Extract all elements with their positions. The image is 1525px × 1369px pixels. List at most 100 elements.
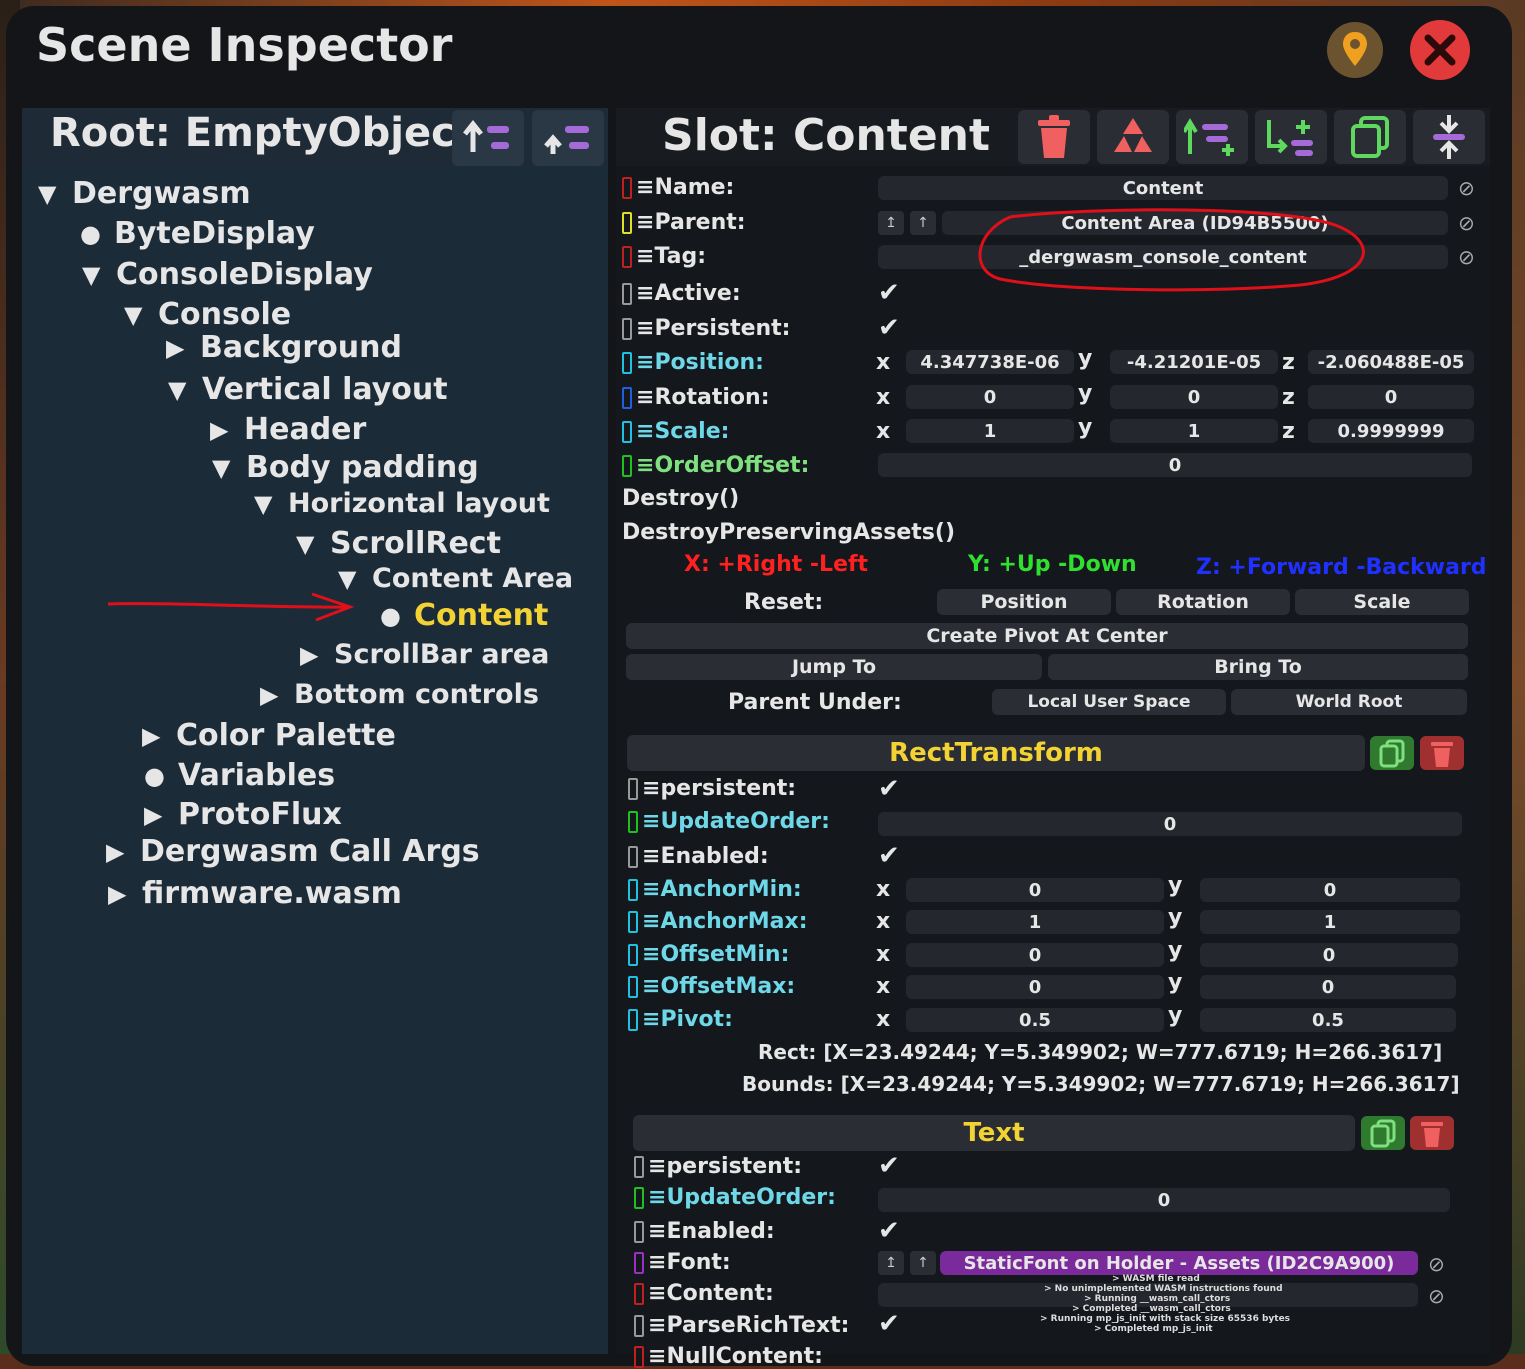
center-slot-button[interactable]	[1413, 110, 1485, 164]
position-y-field[interactable]: -4.21201E-05	[1110, 350, 1278, 374]
move-root-up-button[interactable]	[532, 110, 604, 166]
rt-enabled-checkbox[interactable]: ✔	[878, 841, 900, 871]
text-font-field[interactable]: StaticFont on Holder - Assets (ID2C9A900…	[940, 1251, 1418, 1275]
scale-z-field[interactable]: 0.9999999	[1308, 419, 1474, 443]
position-z-field[interactable]: -2.060488E-05	[1308, 350, 1474, 374]
duplicate-component-button[interactable]	[1370, 736, 1414, 770]
tree-item-content[interactable]: ● Content	[380, 598, 548, 633]
persistent-checkbox[interactable]: ✔	[878, 313, 900, 343]
collapsed-arrow-icon[interactable]: ▶	[210, 416, 244, 444]
expanded-arrow-icon[interactable]: ▼	[212, 454, 246, 482]
rt-anchormin-y-field[interactable]: 0	[1200, 878, 1460, 902]
expanded-arrow-icon[interactable]: ▼	[296, 530, 330, 558]
expanded-arrow-icon[interactable]: ▼	[338, 565, 372, 593]
move-up-hierarchy-button[interactable]	[452, 110, 524, 166]
collapsed-arrow-icon[interactable]: ▶	[106, 838, 140, 866]
jump-to-button[interactable]: Jump To	[626, 654, 1042, 680]
position-x-field[interactable]: 4.347738E-06	[906, 350, 1074, 374]
rt-anchormax-y-field[interactable]: 1	[1200, 910, 1460, 934]
null-button-icon[interactable]: ⊘	[1428, 1284, 1445, 1308]
rotation-y-field[interactable]: 0	[1110, 385, 1278, 409]
tree-item-header[interactable]: ▶ Header	[210, 412, 366, 447]
delete-slot-button[interactable]	[1018, 110, 1090, 164]
tree-item-console[interactable]: ▼ Console	[124, 297, 291, 332]
open-font-inspector-button[interactable]: ↥	[878, 1251, 904, 1275]
reset-position-button[interactable]: Position	[937, 589, 1111, 615]
null-button-icon[interactable]: ⊘	[1458, 176, 1475, 200]
tree-item-horizontal-layout[interactable]: ▼ Horizontal layout	[254, 488, 550, 519]
rt-pivot-x-field[interactable]: 0.5	[906, 1008, 1164, 1032]
collapsed-arrow-icon[interactable]: ▶	[108, 880, 142, 908]
tree-item-firmware-wasm[interactable]: ▶ firmware.wasm	[108, 876, 402, 911]
collapsed-arrow-icon[interactable]: ▶	[142, 722, 176, 750]
rt-offsetmax-x-field[interactable]: 0	[906, 975, 1164, 999]
tree-item-body-padding[interactable]: ▼ Body padding	[212, 450, 479, 485]
expanded-arrow-icon[interactable]: ▼	[254, 490, 288, 518]
collapsed-arrow-icon[interactable]: ▶	[300, 641, 334, 669]
tree-item-protoflux[interactable]: ▶ ProtoFlux	[144, 797, 342, 832]
text-persistent-checkbox[interactable]: ✔	[878, 1151, 900, 1181]
rt-offsetmin-x-field[interactable]: 0	[906, 943, 1164, 967]
delete-component-button[interactable]	[1410, 1116, 1454, 1150]
close-button[interactable]	[1410, 20, 1470, 80]
create-pivot-button[interactable]: Create Pivot At Center	[626, 623, 1468, 649]
destroy-action[interactable]: Destroy()	[622, 486, 739, 511]
expanded-arrow-icon[interactable]: ▼	[168, 376, 202, 404]
collapsed-arrow-icon[interactable]: ▶	[166, 334, 200, 362]
collapsed-arrow-icon[interactable]: ▶	[260, 681, 294, 709]
text-enabled-checkbox[interactable]: ✔	[878, 1216, 900, 1246]
scale-x-field[interactable]: 1	[906, 419, 1074, 443]
tree-item-scrollrect[interactable]: ▼ ScrollRect	[296, 526, 501, 561]
tree-item-consoledisplay[interactable]: ▼ ConsoleDisplay	[82, 257, 373, 292]
expanded-arrow-icon[interactable]: ▼	[82, 261, 116, 289]
rt-updateorder-field[interactable]: 0	[878, 812, 1462, 836]
world-root-button[interactable]: World Root	[1231, 689, 1467, 715]
scale-y-field[interactable]: 1	[1110, 419, 1278, 443]
rt-anchormin-x-field[interactable]: 0	[906, 878, 1164, 902]
delete-component-button[interactable]	[1420, 736, 1464, 770]
tree-item-dergwasm-call-args[interactable]: ▶ Dergwasm Call Args	[106, 834, 480, 869]
expanded-arrow-icon[interactable]: ▼	[38, 180, 72, 208]
tree-item-color-palette[interactable]: ▶ Color Palette	[142, 718, 396, 753]
rt-anchormax-x-field[interactable]: 1	[906, 910, 1164, 934]
destroy-preserving-assets-action[interactable]: DestroyPreservingAssets()	[622, 520, 955, 545]
duplicate-component-button[interactable]	[1361, 1116, 1405, 1150]
text-updateorder-field[interactable]: 0	[878, 1188, 1450, 1212]
null-button-icon[interactable]: ⊘	[1428, 1252, 1445, 1276]
tree-item-bottom-controls[interactable]: ▶ Bottom controls	[260, 679, 539, 710]
duplicate-slot-button[interactable]	[1334, 110, 1406, 164]
select-parent-button[interactable]: ↑	[910, 211, 936, 235]
bring-to-button[interactable]: Bring To	[1048, 654, 1468, 680]
reset-rotation-button[interactable]: Rotation	[1116, 589, 1290, 615]
reset-scale-button[interactable]: Scale	[1295, 589, 1469, 615]
tree-item-dergwasm[interactable]: ▼ Dergwasm	[38, 176, 251, 211]
tree-item-scrollbar-area[interactable]: ▶ ScrollBar area	[300, 639, 549, 670]
null-button-icon[interactable]: ⊘	[1458, 245, 1475, 269]
orderoffset-field[interactable]: 0	[878, 453, 1472, 477]
text-parserichtext-checkbox[interactable]: ✔	[878, 1309, 900, 1339]
rt-pivot-y-field[interactable]: 0.5	[1200, 1008, 1456, 1032]
tree-item-bytedisplay[interactable]: ● ByteDisplay	[80, 216, 315, 251]
null-button-icon[interactable]: ⊘	[1458, 211, 1475, 235]
rt-persistent-checkbox[interactable]: ✔	[878, 774, 900, 804]
collapsed-arrow-icon[interactable]: ▶	[144, 801, 178, 829]
tree-item-variables[interactable]: ● Variables	[144, 758, 335, 793]
local-user-space-button[interactable]: Local User Space	[992, 689, 1226, 715]
insert-parent-button[interactable]	[1176, 110, 1248, 164]
rotation-z-field[interactable]: 0	[1308, 385, 1474, 409]
tree-item-background[interactable]: ▶ Background	[166, 330, 402, 365]
name-field[interactable]: Content	[878, 176, 1448, 200]
rt-offsetmin-y-field[interactable]: 0	[1200, 943, 1458, 967]
tree-item-vertical-layout[interactable]: ▼ Vertical layout	[168, 372, 448, 407]
open-parent-inspector-button[interactable]: ↥	[878, 211, 904, 235]
rt-offsetmax-y-field[interactable]: 0	[1200, 975, 1456, 999]
tree-item-content-area[interactable]: ▼ Content Area	[338, 563, 573, 594]
active-checkbox[interactable]: ✔	[878, 278, 900, 308]
destroy-preserving-assets-button[interactable]	[1097, 110, 1169, 164]
console-line: > WASM file read	[1112, 1274, 1200, 1284]
add-child-button[interactable]	[1255, 110, 1327, 164]
pin-button[interactable]	[1327, 22, 1383, 78]
expanded-arrow-icon[interactable]: ▼	[124, 301, 158, 329]
rotation-x-field[interactable]: 0	[906, 385, 1074, 409]
select-font-button[interactable]: ↑	[910, 1251, 936, 1275]
